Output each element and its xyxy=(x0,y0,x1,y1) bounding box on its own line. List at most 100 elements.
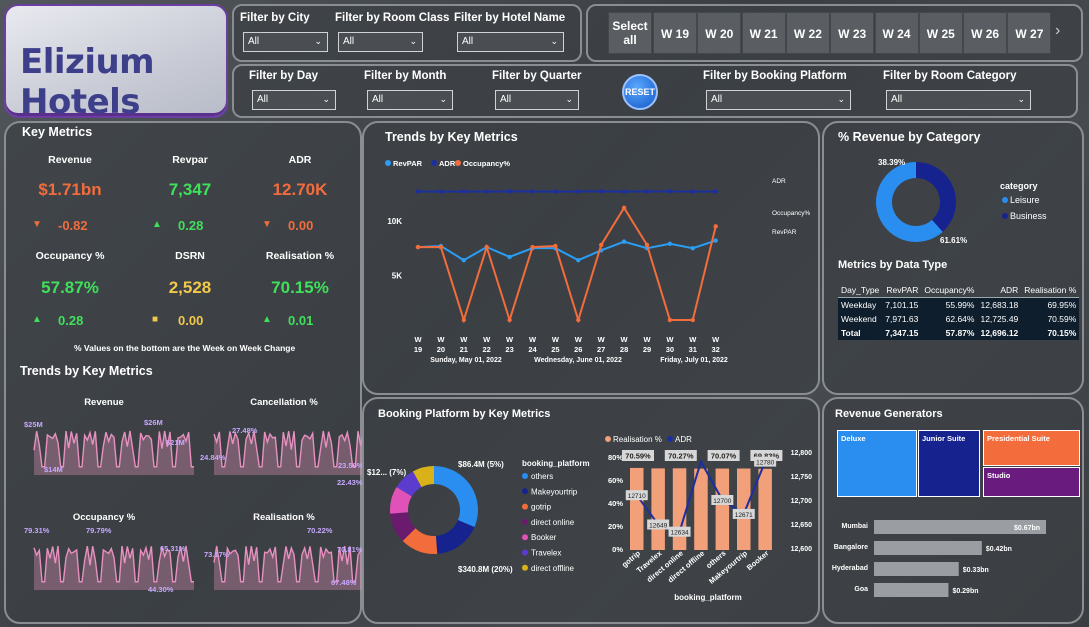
down-arrow-icon: ▼ xyxy=(262,219,272,230)
x-tick: 20 xyxy=(437,345,445,354)
spark-label: 79.79% xyxy=(86,526,112,535)
table-header: Occupancy% xyxy=(921,283,978,298)
table-cell: 57.87% xyxy=(921,326,978,340)
x-tick: 26 xyxy=(574,345,582,354)
city-value: $0.42bn xyxy=(986,546,1012,553)
city-value: $0.29bn xyxy=(952,588,978,595)
spark-label: 27.48% xyxy=(232,426,258,435)
metric-change: 0.28 xyxy=(58,313,84,328)
x-tick: W xyxy=(506,335,514,344)
week-button[interactable]: W 27 xyxy=(1007,12,1052,54)
slice-makeyourtrip xyxy=(435,520,475,554)
treemap-cell: Deluxe xyxy=(837,430,917,497)
reset-label: RESET xyxy=(624,87,655,97)
x-tick: 28 xyxy=(620,345,628,354)
series-line xyxy=(418,205,717,324)
legend-dot xyxy=(522,534,528,541)
week-button[interactable]: W 25 xyxy=(918,12,963,54)
x-tick: W xyxy=(689,335,697,344)
spark-label: 73.17% xyxy=(204,550,230,559)
filter-dropdown-b2[interactable]: All ⌄ xyxy=(367,90,453,110)
legend-label: Business xyxy=(1010,211,1047,221)
x-tick: 24 xyxy=(528,345,537,354)
up-arrow-icon: ▲ xyxy=(152,219,162,230)
spark-label: 67.48% xyxy=(331,578,357,587)
spark-label: $25M xyxy=(24,420,43,429)
legend-label: ADR xyxy=(439,159,456,168)
x-tick: W xyxy=(483,335,491,344)
table-cell: 70.59% xyxy=(1047,314,1077,324)
table-cell: Weekend xyxy=(841,314,877,324)
spark-label: 24.84% xyxy=(200,453,226,462)
date-label: Friday, July 01, 2022 xyxy=(660,357,728,364)
treemap-cell: Presidential Suite xyxy=(983,430,1080,466)
city-bar-chart: Mumbai $0.67bn Bangalore $0.42bn Hyderabad $0… xyxy=(832,520,1046,597)
week-button[interactable]: W 20 xyxy=(697,12,742,54)
metric-value: 12.70K xyxy=(272,180,328,199)
week-button[interactable]: W 23 xyxy=(830,12,875,54)
spark-title: Revenue xyxy=(84,397,124,408)
select-all-label: Select all xyxy=(612,19,648,47)
x-tick: Booker xyxy=(745,549,771,573)
chevron-down-icon: ⌄ xyxy=(314,36,322,46)
city-label: Bangalore xyxy=(834,544,868,551)
x-tick: W xyxy=(575,335,583,344)
trend-line-chart: RevPAR ADR Occupancy% 10K 5K ADR Occupancy% Rev… xyxy=(385,159,811,364)
city-value: $0.33bn xyxy=(963,567,989,574)
filter-dropdown-3[interactable]: All ⌄ xyxy=(457,32,564,52)
metric-value: 57.87% xyxy=(41,278,99,297)
table-header: Realisation % xyxy=(1021,283,1080,298)
chevron-down-icon: ⌄ xyxy=(322,94,330,104)
spark-label: 70.81% xyxy=(337,545,363,554)
metric-label: Revpar xyxy=(172,154,208,166)
legend-dot xyxy=(431,160,437,166)
series-point xyxy=(507,254,512,260)
spark-label: $26M xyxy=(144,418,163,427)
chevron-right-icon[interactable]: › xyxy=(1055,22,1060,40)
filter-dropdown-b3[interactable]: All ⌄ xyxy=(495,90,579,110)
table-header: ADR xyxy=(977,283,1022,298)
metrics-table: Day_Type RevPAR Occupancy% ADR Realisation %… xyxy=(838,283,1080,340)
legend-dot xyxy=(455,160,461,166)
chevron-down-icon: ⌄ xyxy=(550,36,558,46)
sparkline-charts: Revenue $25M $14M $26M $21M Cancellation % 27.… xyxy=(24,397,364,594)
adr-label: 12649 xyxy=(649,522,667,529)
booking-bar-chart: Realisation % ADR 80% 60% 40% 20% 0% 12,800 12,7… xyxy=(605,435,812,602)
adr-label: 12710 xyxy=(628,493,646,500)
table-cell: Weekday xyxy=(841,300,877,310)
metric-change: 0.00 xyxy=(178,313,204,328)
x-tick: W xyxy=(643,335,651,344)
legend-dot xyxy=(667,436,673,442)
x-tick: W xyxy=(621,335,629,344)
metric-change: 0.01 xyxy=(288,313,314,328)
spark-title: Occupancy % xyxy=(73,512,136,523)
city-bar xyxy=(874,562,959,576)
filter-dropdown-2[interactable]: All ⌄ xyxy=(338,32,423,52)
date-label: Sunday, May 01, 2022 xyxy=(430,357,502,364)
week-button[interactable]: W 26 xyxy=(963,12,1008,54)
spark-title: Trends by Key Metrics xyxy=(20,364,153,378)
booking-donut: $86.4M (5%) $12... (7%) $340.8M (20%) booki… xyxy=(367,459,590,574)
adr-label: 12634 xyxy=(671,530,689,537)
select-all-button[interactable]: Select all xyxy=(608,12,652,54)
series-point xyxy=(690,189,695,194)
x-tick: 32 xyxy=(712,345,720,354)
filter-dropdown-b1[interactable]: All ⌄ xyxy=(252,90,336,110)
metric-label: ADR xyxy=(288,154,312,166)
x-tick: 29 xyxy=(643,345,651,354)
filter-dropdown-b4[interactable]: All ⌄ xyxy=(706,90,851,110)
slice-label: 38.39% xyxy=(878,158,905,167)
table-header: RevPAR xyxy=(882,283,922,298)
bar xyxy=(715,468,730,550)
reset-button[interactable]: RESET xyxy=(622,74,658,110)
legend-dot xyxy=(522,503,528,510)
week-button[interactable]: W 22 xyxy=(785,12,830,54)
bar-label: 70.07% xyxy=(711,452,737,461)
week-button[interactable]: W 24 xyxy=(874,12,919,54)
y-tick: 10K xyxy=(387,217,402,226)
filter-dropdown-b5[interactable]: All ⌄ xyxy=(886,90,1031,110)
y-tick-left: 60% xyxy=(608,476,623,485)
filter-dropdown-1[interactable]: All ⌄ xyxy=(243,32,328,52)
week-button[interactable]: W 21 xyxy=(741,12,786,54)
week-button[interactable]: W 19 xyxy=(653,12,697,54)
